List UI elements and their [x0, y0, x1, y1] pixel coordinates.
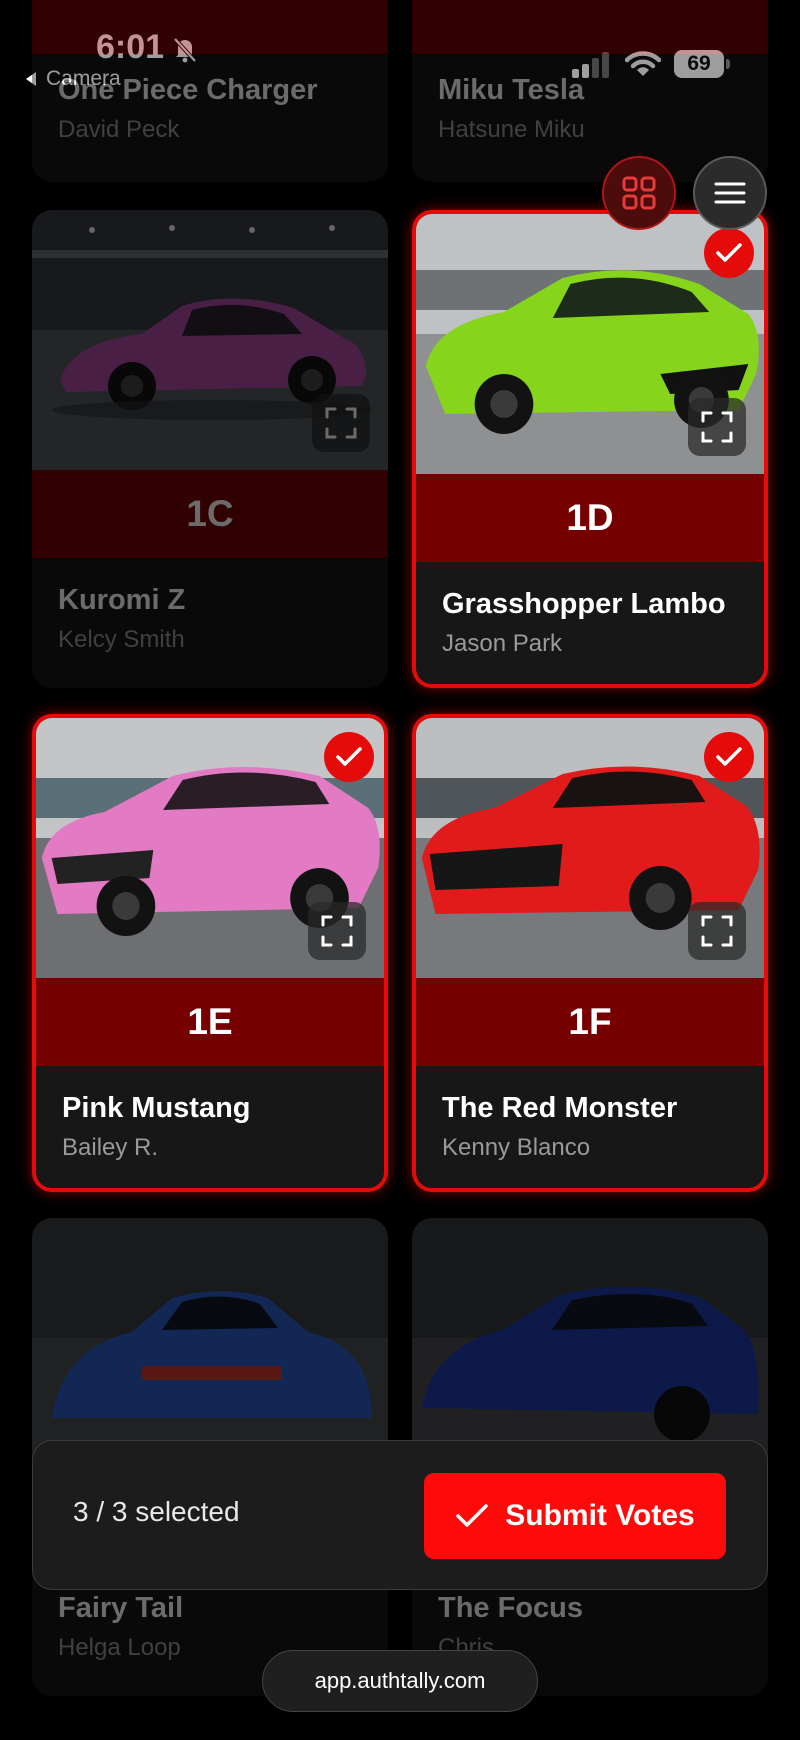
submit-votes-button[interactable]: Submit Votes	[424, 1473, 726, 1559]
car-photo[interactable]	[412, 1218, 768, 1478]
selected-checkmark	[324, 732, 374, 782]
expand-photo-button[interactable]	[688, 398, 746, 456]
entry-number: 1E	[36, 978, 384, 1066]
entry-number: 1D	[416, 474, 764, 562]
checkmark-icon	[336, 747, 362, 766]
car-photo[interactable]	[32, 210, 388, 470]
car-name: Fairy Tail	[58, 1592, 184, 1624]
car-photo[interactable]	[416, 214, 764, 474]
car-photo[interactable]	[32, 1218, 388, 1478]
grid-view-button[interactable]	[602, 156, 676, 230]
owner-name: Jason Park	[442, 630, 563, 657]
car-photo[interactable]	[416, 718, 764, 978]
selection-bar: 3 / 3 selected Submit Votes	[32, 1440, 768, 1590]
car-photo-image	[32, 1218, 388, 1478]
entry-card-1c[interactable]: 1C Kuromi Z Kelcy Smith	[32, 210, 388, 688]
car-name: Kuromi Z	[58, 584, 186, 616]
owner-name: David Peck	[58, 116, 180, 143]
grid-view-icon	[622, 176, 656, 210]
menu-button[interactable]	[693, 156, 767, 230]
entry-card-1a[interactable]: 1A One Piece Charger David Peck	[32, 0, 388, 182]
entry-card-1b[interactable]: 1B Miku Tesla Hatsune Miku	[412, 0, 768, 182]
car-name: The Focus	[438, 1592, 584, 1624]
car-name: Pink Mustang	[62, 1092, 251, 1124]
entry-card-1f[interactable]: 1F The Red Monster Kenny Blanco	[412, 714, 768, 1192]
owner-name: Kelcy Smith	[58, 626, 185, 653]
owner-name: Kenny Blanco	[442, 1134, 591, 1161]
entry-number: 1A	[32, 0, 388, 54]
expand-photo-button[interactable]	[312, 394, 370, 452]
selected-checkmark	[704, 732, 754, 782]
owner-name: Hatsune Miku	[438, 116, 585, 143]
entry-card-1e[interactable]: 1E Pink Mustang Bailey R.	[32, 714, 388, 1192]
expand-icon	[701, 915, 733, 947]
expand-photo-button[interactable]	[688, 902, 746, 960]
submit-votes-label: Submit Votes	[505, 1499, 695, 1532]
car-photo-image	[412, 1218, 768, 1478]
checkmark-icon	[716, 243, 742, 262]
hamburger-menu-icon	[714, 182, 746, 204]
entry-card-1d[interactable]: 1D Grasshopper Lambo Jason Park	[412, 210, 768, 688]
expand-photo-button[interactable]	[308, 902, 366, 960]
entry-number: 1F	[416, 978, 764, 1066]
selection-count: 3 / 3 selected	[73, 1496, 240, 1527]
checkmark-icon	[716, 747, 742, 766]
expand-icon	[325, 407, 357, 439]
owner-name: Bailey R.	[62, 1134, 159, 1161]
car-name: The Red Monster	[442, 1092, 678, 1124]
car-name: One Piece Charger	[58, 74, 318, 106]
entry-number: 1B	[412, 0, 768, 54]
expand-icon	[321, 915, 353, 947]
entry-number: 1C	[32, 470, 388, 558]
car-name: Grasshopper Lambo	[442, 588, 726, 620]
car-name: Miku Tesla	[438, 74, 585, 106]
browser-url-bar[interactable]: app.authtally.com	[262, 1650, 538, 1712]
car-photo[interactable]	[36, 718, 384, 978]
selected-checkmark	[704, 228, 754, 278]
checkmark-icon	[456, 1504, 489, 1527]
expand-icon	[701, 411, 733, 443]
